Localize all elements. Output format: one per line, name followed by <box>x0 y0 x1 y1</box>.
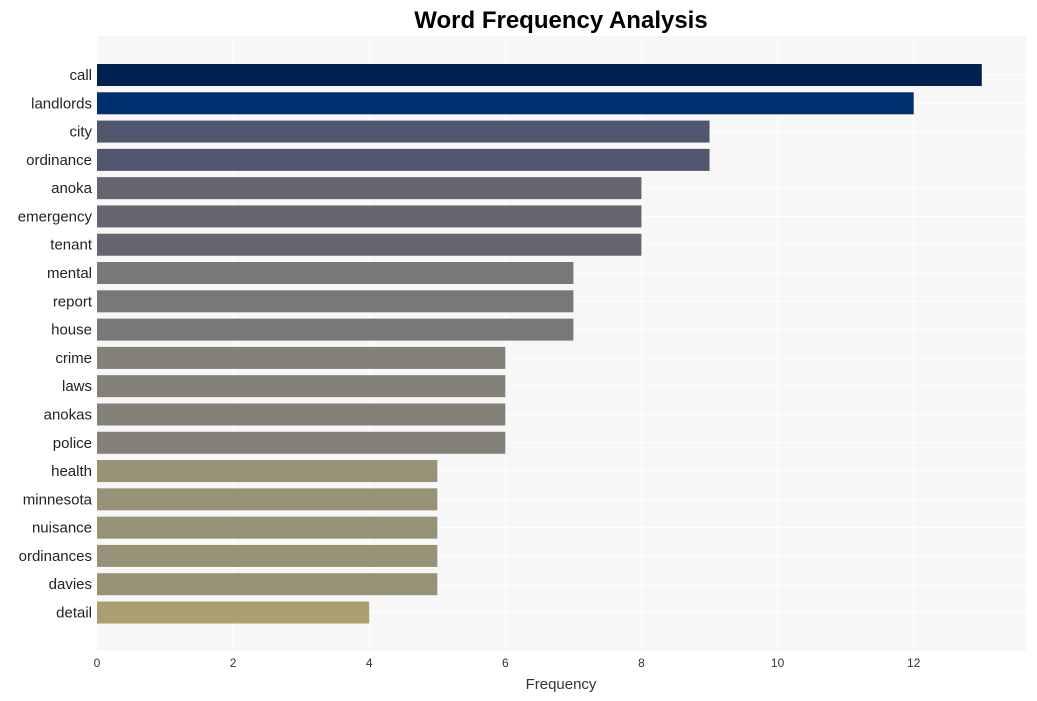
x-tick-label: 4 <box>366 656 373 670</box>
bar-minnesota <box>97 488 438 511</box>
chart-title: Word Frequency Analysis <box>414 7 707 34</box>
x-tick-label: 8 <box>638 656 645 670</box>
bar-call <box>97 64 982 86</box>
y-label-police: police <box>53 435 92 452</box>
y-label-detail: detail <box>56 605 92 622</box>
bar-tenant <box>97 233 642 256</box>
y-label-anoka: anoka <box>51 180 93 197</box>
y-label-mental: mental <box>47 265 92 282</box>
y-label-report: report <box>53 293 93 310</box>
x-tick-label: 10 <box>771 656 785 670</box>
x-axis-ticks: 0 2 4 6 8 10 12 <box>94 656 921 670</box>
bar-davies <box>97 573 438 596</box>
x-tick-label: 2 <box>230 656 237 670</box>
bar-emergency <box>97 205 642 228</box>
bar-house <box>97 318 574 341</box>
bar-crime <box>97 346 506 369</box>
bar-anokas <box>97 403 506 426</box>
bar-landlords <box>97 92 914 115</box>
y-label-city: city <box>70 124 93 141</box>
y-label-minnesota: minnesota <box>23 491 93 508</box>
x-tick-label: 12 <box>907 656 921 670</box>
bar-ordinances <box>97 544 438 567</box>
bar-city <box>97 120 710 143</box>
y-label-crime: crime <box>55 350 92 367</box>
bar-health <box>97 460 438 483</box>
bar-detail <box>97 601 370 624</box>
y-label-ordinances: ordinances <box>19 548 92 565</box>
bar-nuisance <box>97 516 438 539</box>
x-axis-label: Frequency <box>526 676 597 693</box>
y-label-landlords: landlords <box>31 95 92 112</box>
x-tick-label: 0 <box>94 656 101 670</box>
y-axis-labels: call landlords city ordinance anoka emergency… <box>18 67 93 622</box>
bar-laws <box>97 375 506 398</box>
y-label-nuisance: nuisance <box>32 520 92 537</box>
y-label-ordinance: ordinance <box>26 152 92 169</box>
y-label-emergency: emergency <box>18 208 93 225</box>
y-label-call: call <box>69 67 92 84</box>
bar-mental <box>97 262 574 285</box>
y-label-davies: davies <box>49 576 92 593</box>
bar-anoka <box>97 177 642 200</box>
y-label-laws: laws <box>62 378 92 395</box>
y-label-anokas: anokas <box>44 406 92 423</box>
bar-police <box>97 431 506 454</box>
y-label-tenant: tenant <box>50 237 93 254</box>
x-tick-label: 6 <box>502 656 509 670</box>
y-label-health: health <box>51 463 92 480</box>
bar-report <box>97 290 574 313</box>
y-label-house: house <box>51 322 92 339</box>
word-frequency-chart: Word Frequency Analysis call landlords cit… <box>18 7 1026 693</box>
bar-ordinance <box>97 148 710 171</box>
